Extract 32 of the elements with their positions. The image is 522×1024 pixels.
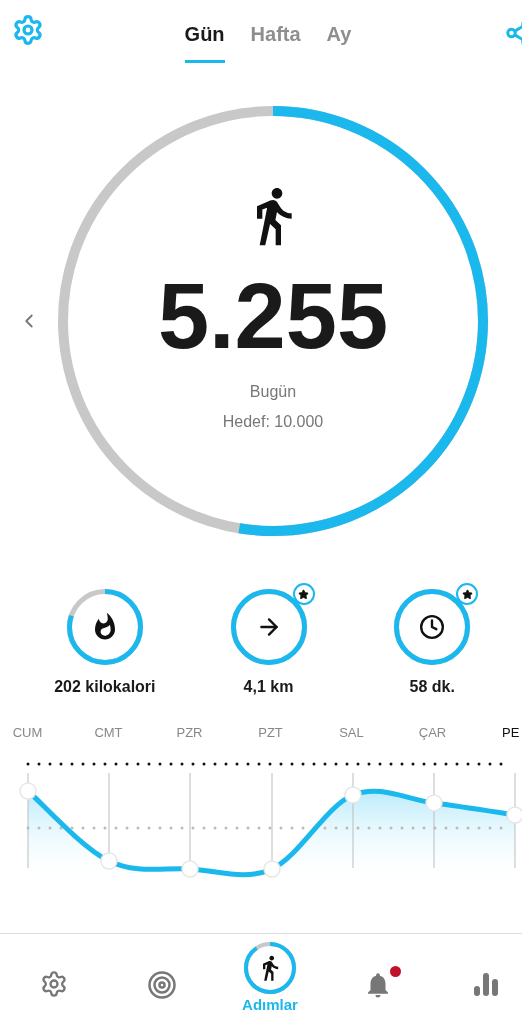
day-label[interactable]: CUM	[12, 723, 43, 743]
day-label[interactable]: CMT	[94, 723, 123, 743]
target-icon	[147, 970, 177, 1000]
goal-text: Hedef: 10.000	[222, 412, 324, 432]
period-tab[interactable]: Gün	[184, 1, 225, 63]
period-tab[interactable]: Ay	[326, 1, 352, 63]
day-label[interactable]: SAL	[339, 723, 364, 743]
stat-value: 4,1 km	[243, 677, 294, 697]
stat-value: 202 kilokalori	[54, 677, 156, 697]
star-icon	[461, 588, 473, 600]
day-caption: Bugün	[249, 382, 297, 402]
settings-icon	[40, 970, 68, 998]
data-point[interactable]	[263, 859, 281, 878]
settings-button[interactable]	[12, 14, 44, 46]
day-label[interactable]: PZR	[176, 723, 203, 743]
day-label[interactable]: PE	[502, 723, 520, 743]
period-tab[interactable]: Hafta	[250, 1, 301, 63]
data-point[interactable]	[344, 785, 362, 804]
bar-chart-icon	[472, 970, 500, 996]
data-point[interactable]	[181, 859, 199, 878]
day-label[interactable]: PZT	[258, 723, 283, 743]
nav-tab[interactable]: Adımlar	[216, 934, 324, 1024]
data-point[interactable]	[506, 805, 522, 824]
data-point[interactable]	[19, 781, 37, 800]
star-icon	[298, 588, 309, 600]
data-point[interactable]	[100, 851, 118, 870]
data-point[interactable]	[425, 793, 443, 812]
settings-icon	[12, 14, 44, 46]
clock-icon	[419, 614, 446, 640]
stat-value: 58 dk.	[409, 677, 455, 697]
day-label[interactable]: ÇAR	[418, 723, 447, 743]
step-count: 5.255	[157, 270, 389, 362]
